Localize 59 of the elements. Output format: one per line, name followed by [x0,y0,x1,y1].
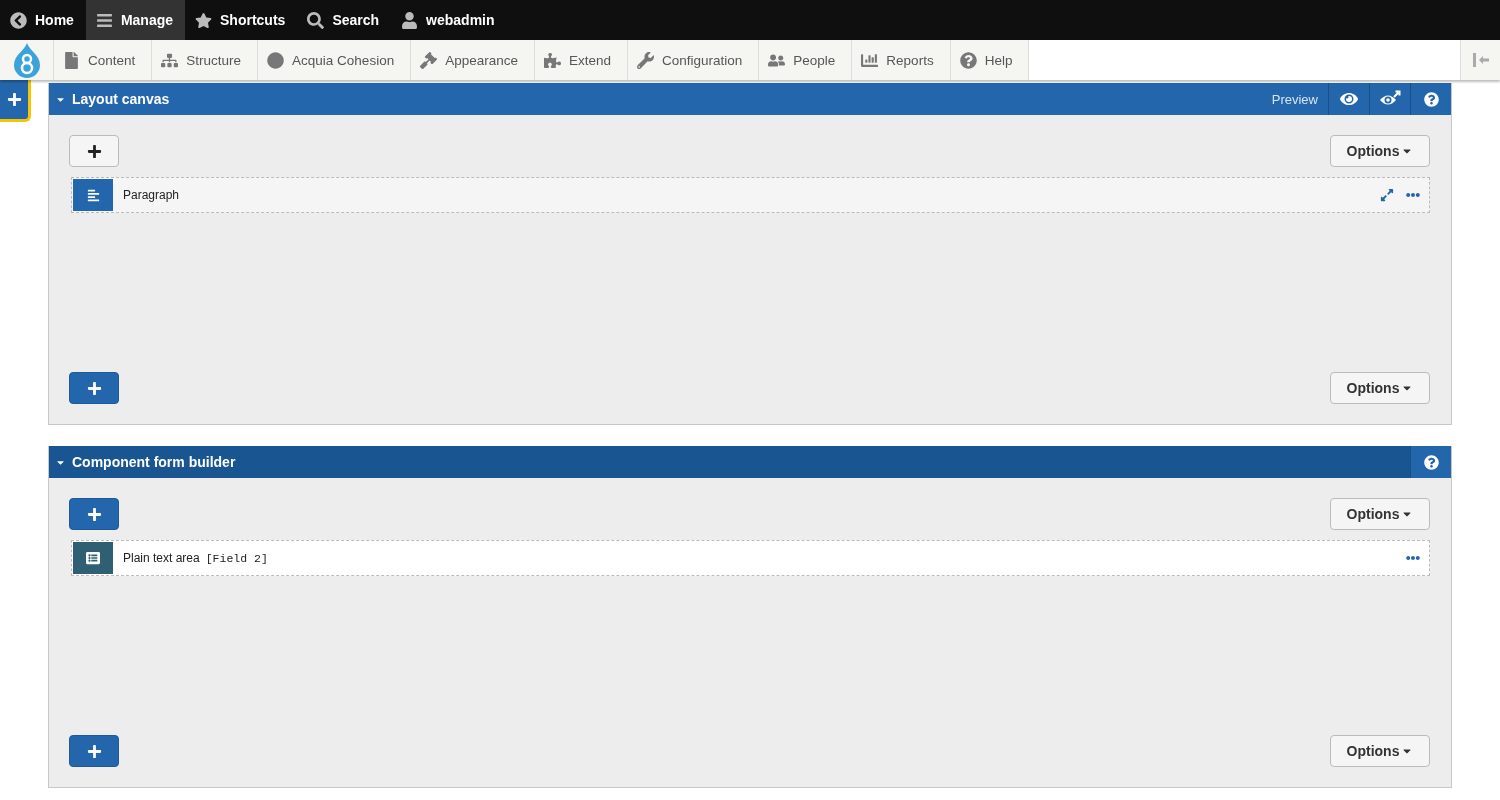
puzzle-icon [543,51,561,69]
plus-icon [86,380,102,396]
component-row[interactable]: Paragraph [71,177,1430,213]
toolbar-tab[interactable]: Shortcuts [185,0,298,40]
help-icon [959,51,977,69]
admin-menu-item[interactable]: Structure [152,40,259,80]
admin-menu-item[interactable]: Reports [852,40,951,80]
admin-menu-item[interactable]: Configuration [628,40,760,80]
circle-icon [267,51,285,69]
paragraph-icon [73,179,113,211]
expand-icon [1380,188,1394,202]
user-icon [401,11,419,29]
add-button[interactable] [69,372,119,404]
search-icon [307,11,325,29]
hierarchy-icon [161,51,179,69]
component-label: Paragraph [123,188,180,202]
collapse-icon [1472,53,1489,67]
toolbar-tab[interactable]: Search [297,0,392,40]
add-button[interactable] [69,735,119,767]
add-button[interactable] [69,135,119,167]
toolbar-tab[interactable]: Home [0,0,86,40]
toolbar-tab[interactable]: Manage [85,0,186,40]
add-sidebar-button[interactable] [0,80,31,122]
field-tag: [Field 2] [205,551,268,565]
component-label: Plain text area [123,551,200,565]
text-area-icon [73,542,113,574]
help-button[interactable] [1410,446,1451,478]
hammer-icon [420,51,438,69]
plus-icon [86,143,102,159]
bar-chart-icon [861,51,879,69]
options-button[interactable]: Options [1330,735,1430,767]
preview-link[interactable]: Preview [1261,91,1328,107]
help-icon [1423,91,1439,107]
document-icon [63,51,80,69]
admin-menu-item[interactable]: Help [950,40,1030,80]
panel-title: Component form builder [72,454,236,470]
wrench-icon [637,51,654,69]
toolbar-tab[interactable]: webadmin [391,0,507,40]
panel-title: Layout canvas [72,91,170,107]
eye-icon [1340,90,1358,108]
options-button[interactable]: Options [1330,498,1430,530]
star-icon [195,11,213,29]
panel-header[interactable]: Layout canvas Preview [49,83,1451,115]
help-icon [1423,454,1439,470]
admin-menu-item[interactable]: Appearance [411,40,535,80]
admin-menu-item[interactable]: Content [54,40,153,80]
admin-menu-item[interactable]: Acquia Cohesion [258,40,412,80]
admin-menu-item[interactable]: People [759,40,853,80]
component-row[interactable]: Plain text area [Field 2] [71,540,1430,576]
menu-icon [95,11,113,29]
plus-icon [6,92,22,107]
back-icon [10,11,27,29]
panel-header[interactable]: Component form builder [49,446,1451,478]
plus-icon [86,506,102,522]
admin-menu-item[interactable]: Extend [534,40,628,80]
plus-icon [86,743,102,759]
add-button[interactable] [69,498,119,530]
options-button[interactable]: Options [1330,135,1430,167]
options-button[interactable]: Options [1330,372,1430,404]
